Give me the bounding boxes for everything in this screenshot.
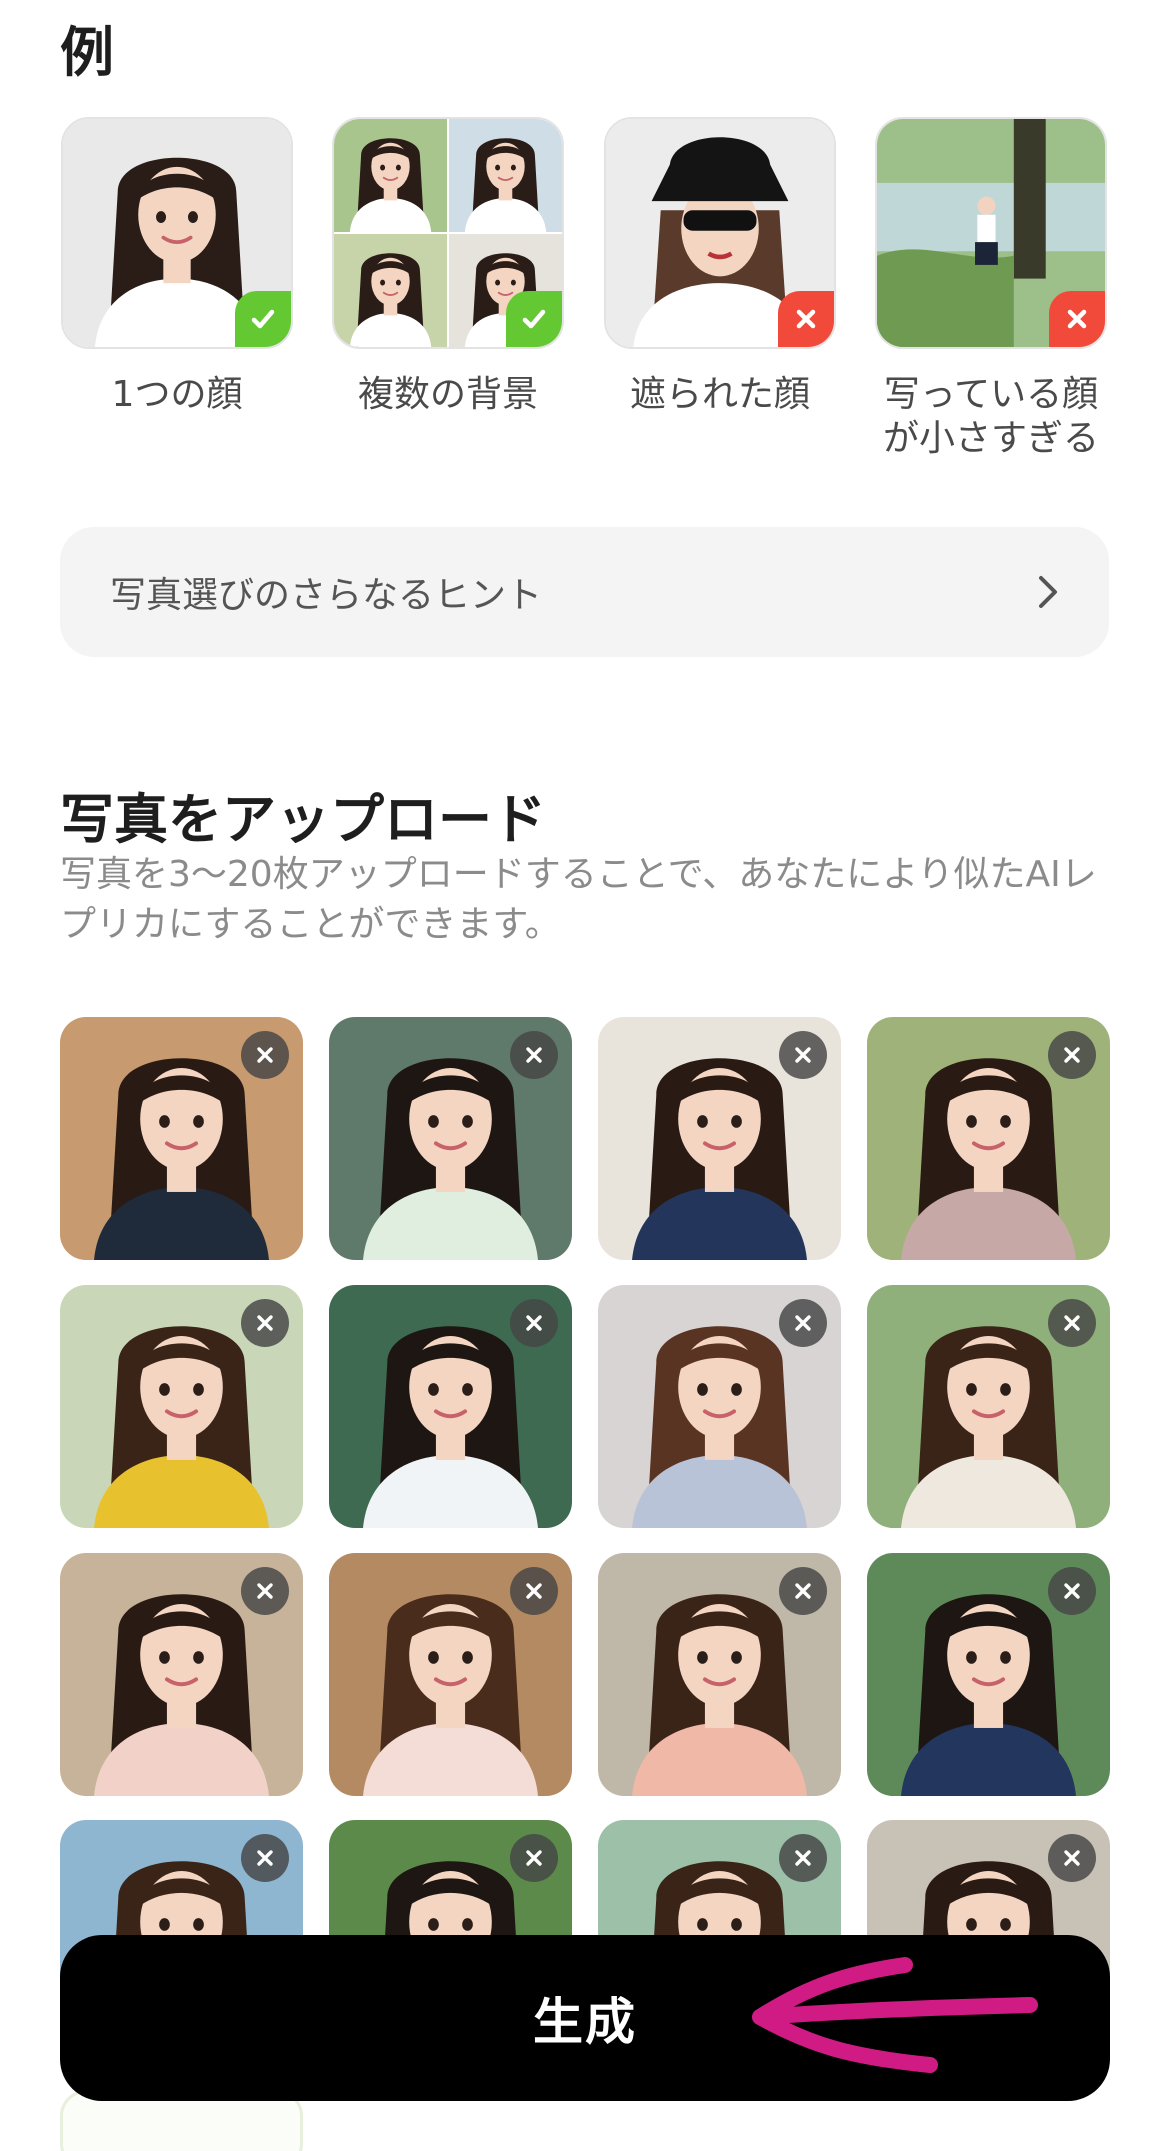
uploaded-photo[interactable] (329, 1553, 572, 1796)
example-photo (875, 117, 1107, 349)
uploaded-photo[interactable] (329, 1285, 572, 1528)
examples-heading: 例 (60, 21, 115, 84)
uploaded-photo[interactable] (598, 1285, 841, 1528)
example-photo (61, 117, 293, 349)
uploaded-photo[interactable] (867, 1553, 1110, 1796)
uploaded-photo[interactable] (867, 1285, 1110, 1528)
close-icon (792, 1847, 814, 1869)
remove-photo-button[interactable] (779, 1031, 827, 1079)
example-caption: 遮られた顔 (629, 374, 810, 415)
example-caption: 1つの顔 (111, 374, 243, 415)
more-photo-tips-row[interactable]: 写真選びのさらなるヒント (60, 527, 1109, 657)
remove-photo-button[interactable] (510, 1299, 558, 1347)
close-icon (1061, 1847, 1083, 1869)
upload-title: 写真をアップロード (60, 788, 546, 851)
upload-screen: 例 1つの顔 複数の背景 遮られた顔 写っている顔が小さすぎる 写真選びのさらなるヒン… (0, 0, 1170, 2151)
close-icon (792, 1044, 814, 1066)
close-icon (1061, 1580, 1083, 1602)
uploaded-photo[interactable] (60, 1017, 303, 1260)
remove-photo-button[interactable] (510, 1567, 558, 1615)
close-icon (254, 1847, 276, 1869)
remove-photo-button[interactable] (510, 1834, 558, 1882)
uploaded-photo[interactable] (60, 1553, 303, 1796)
example-caption: 写っている顔が小さすぎる (882, 374, 1099, 459)
generate-button[interactable]: 生成 (60, 1935, 1110, 2101)
uploaded-photo[interactable] (329, 1017, 572, 1260)
remove-photo-button[interactable] (241, 1031, 289, 1079)
example-card: 遮られた顔 (604, 117, 836, 417)
cross-icon (778, 291, 834, 347)
remove-photo-button[interactable] (241, 1299, 289, 1347)
remove-photo-button[interactable] (241, 1567, 289, 1615)
uploaded-photo[interactable] (598, 1017, 841, 1260)
cross-icon (1049, 291, 1105, 347)
close-icon (523, 1312, 545, 1334)
example-card: 複数の背景 (332, 117, 564, 417)
close-icon (792, 1580, 814, 1602)
example-caption: 複数の背景 (357, 374, 538, 415)
uploaded-photo[interactable] (598, 1553, 841, 1796)
upload-description: 写真を3〜20枚アップロードすることで、あなたにより似たAIレプリカにすることが… (60, 854, 1097, 945)
close-icon (1061, 1312, 1083, 1334)
generate-button-label: 生成 (533, 1993, 637, 2051)
remove-photo-button[interactable] (779, 1299, 827, 1347)
remove-photo-button[interactable] (510, 1031, 558, 1079)
check-icon (506, 291, 562, 347)
example-card: 1つの顔 (61, 117, 293, 417)
example-photo (332, 117, 564, 349)
close-icon (523, 1580, 545, 1602)
remove-photo-button[interactable] (779, 1567, 827, 1615)
remove-photo-button[interactable] (1048, 1834, 1096, 1882)
remove-photo-button[interactable] (241, 1834, 289, 1882)
remove-photo-button[interactable] (1048, 1567, 1096, 1615)
remove-photo-button[interactable] (779, 1834, 827, 1882)
check-icon (235, 291, 291, 347)
example-card: 写っている顔が小さすぎる (875, 117, 1107, 461)
close-icon (792, 1312, 814, 1334)
remove-photo-button[interactable] (1048, 1031, 1096, 1079)
uploaded-photo[interactable] (60, 1285, 303, 1528)
close-icon (523, 1847, 545, 1869)
close-icon (254, 1312, 276, 1334)
uploaded-photo[interactable] (867, 1017, 1110, 1260)
example-photo (604, 117, 836, 349)
more-photo-tips-label: 写真選びのさらなるヒント (110, 575, 543, 616)
close-icon (1061, 1044, 1083, 1066)
remove-photo-button[interactable] (1048, 1299, 1096, 1347)
close-icon (254, 1580, 276, 1602)
close-icon (254, 1044, 276, 1066)
close-icon (523, 1044, 545, 1066)
chevron-right-icon (1033, 572, 1063, 612)
